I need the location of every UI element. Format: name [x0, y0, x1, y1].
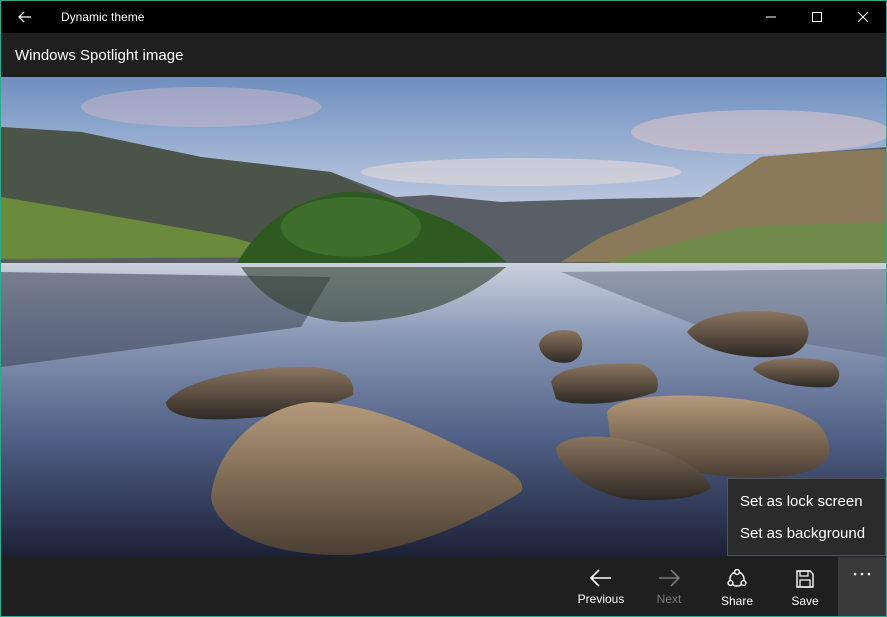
window-title: Dynamic theme [61, 10, 145, 24]
minimize-button[interactable] [748, 1, 794, 33]
minimize-icon [766, 16, 776, 18]
next-label: Next [656, 592, 682, 606]
previous-button[interactable]: Previous [567, 557, 635, 616]
title-bar: Dynamic theme [1, 1, 886, 33]
share-label: Share [720, 594, 754, 608]
more-options-button[interactable] [838, 557, 886, 616]
window-controls [748, 1, 886, 33]
menu-item-set-background[interactable]: Set as background [728, 517, 885, 549]
close-button[interactable] [840, 1, 886, 33]
command-bar: Previous Next Share Save [1, 557, 886, 616]
maximize-button[interactable] [794, 1, 840, 33]
save-label: Save [791, 594, 819, 608]
save-button[interactable]: Save [771, 557, 839, 616]
close-icon [858, 12, 868, 22]
next-button[interactable]: Next [635, 557, 703, 616]
previous-label: Previous [577, 592, 625, 606]
share-button[interactable]: Share [703, 557, 771, 616]
menu-item-set-lock-screen[interactable]: Set as lock screen [728, 485, 885, 517]
page-header: Windows Spotlight image [1, 33, 886, 77]
page-title: Windows Spotlight image [15, 46, 184, 64]
maximize-icon [812, 12, 822, 22]
arrow-right-icon [659, 569, 680, 587]
arrow-left-icon [590, 569, 611, 587]
more-options-menu: Set as lock screen Set as background [727, 478, 886, 556]
app-window: Dynamic theme Windows Spotlight image Se… [0, 0, 887, 617]
arrow-left-icon [18, 11, 31, 23]
ellipsis-icon [853, 572, 871, 576]
save-icon [796, 570, 814, 588]
back-button[interactable] [1, 1, 49, 33]
share-icon [727, 569, 747, 587]
